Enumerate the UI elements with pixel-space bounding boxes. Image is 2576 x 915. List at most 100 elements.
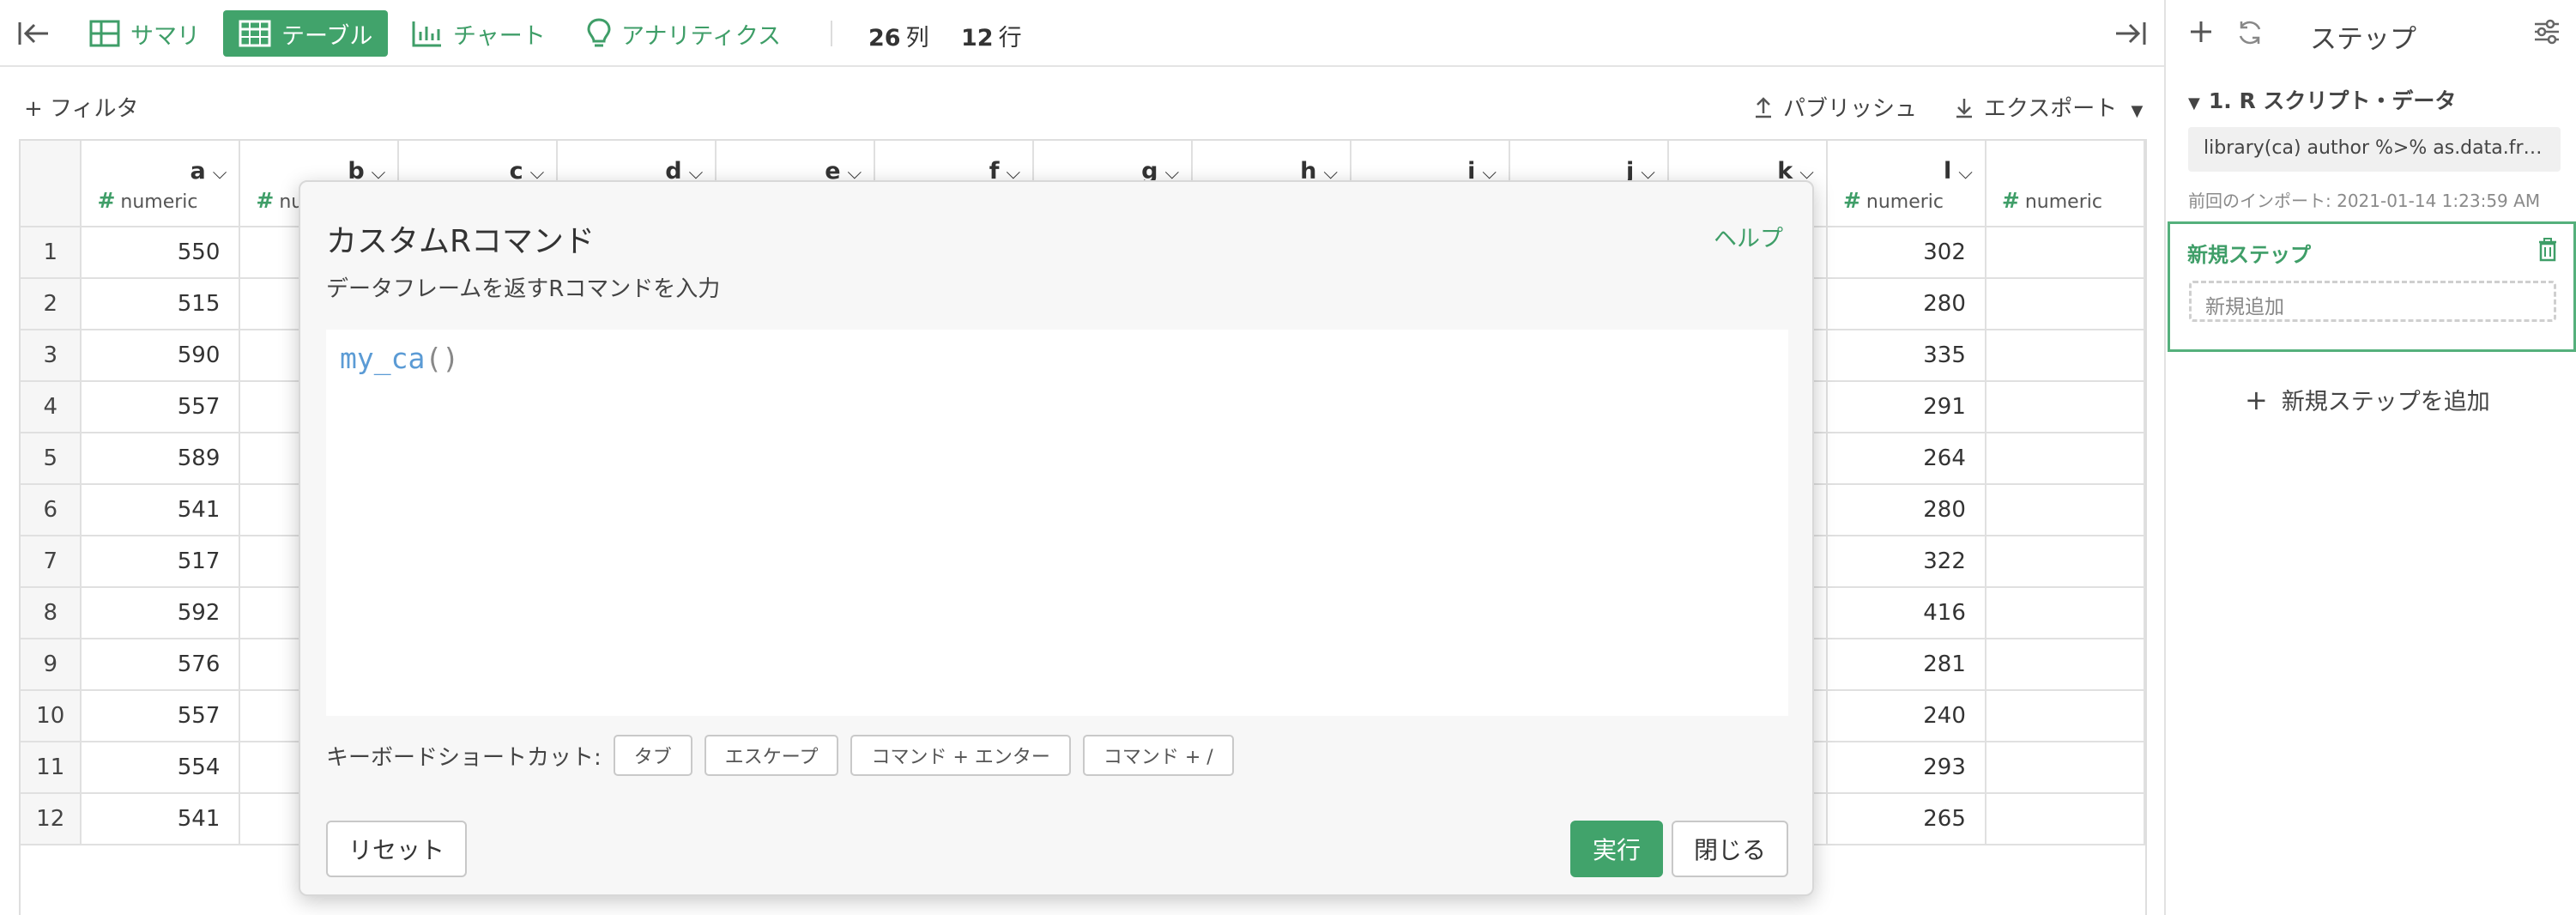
table-cell[interactable]: 293 — [1826, 742, 1986, 794]
column-header[interactable]: l ⌵ # numeric — [1826, 141, 1986, 227]
row-number-header — [21, 141, 82, 227]
column-header[interactable]: a ⌵ # numeric — [81, 141, 241, 227]
row-count-value: 12 — [961, 25, 994, 52]
table-cell[interactable]: 557 — [81, 690, 241, 742]
column-type: #numeric — [82, 188, 227, 213]
export-button[interactable]: エクスポート ▼ — [1955, 91, 2143, 123]
download-icon — [1956, 99, 1972, 118]
table-cell[interactable]: 265 — [1826, 793, 1986, 845]
tab-chart[interactable]: チャート — [396, 10, 561, 57]
summary-grid-icon — [89, 20, 120, 47]
publish-button[interactable]: パブリッシュ — [1754, 91, 1917, 123]
expand-right-icon[interactable] — [2113, 19, 2147, 48]
row-number: 7 — [21, 536, 82, 588]
table-cell[interactable]: 590 — [81, 330, 241, 382]
shortcut-escape: エスケープ — [704, 735, 839, 776]
column-name: l ⌵ — [1828, 141, 1973, 185]
column-name: d ⌵ — [558, 141, 703, 185]
column-name: g ⌵ — [1034, 141, 1179, 185]
run-button[interactable]: 実行 — [1570, 821, 1663, 877]
table-cell[interactable]: 416 — [1826, 587, 1986, 639]
add-filter-button[interactable]: + フィルタ — [24, 91, 139, 123]
table-cell[interactable]: 589 — [81, 433, 241, 485]
tab-analytics[interactable]: アナリティクス — [571, 10, 796, 57]
table-cell[interactable]: 291 — [1826, 381, 1986, 433]
shortcut-tab: タブ — [613, 735, 692, 776]
trash-icon[interactable] — [2537, 238, 2558, 265]
tab-chart-label: チャート — [453, 22, 546, 50]
column-count-value: 26 — [868, 25, 901, 52]
table-cell[interactable] — [1985, 433, 2145, 485]
table-cell[interactable] — [1985, 278, 2145, 330]
step-1-header[interactable]: ▼ 1. R スクリプト・データ — [2188, 84, 2456, 115]
table-cell[interactable]: 322 — [1826, 536, 1986, 588]
toolbar-divider — [831, 21, 832, 46]
table-cell[interactable]: 302 — [1826, 227, 1986, 279]
plus-icon: + — [2245, 384, 2268, 416]
step-1-code[interactable]: library(ca) author %>% as.data.fra… — [2188, 127, 2561, 172]
table-cell[interactable] — [1985, 484, 2145, 536]
last-import-timestamp: 前回のインポート: 2021-01-14 1:23:59 AM — [2188, 191, 2541, 211]
collapse-left-icon[interactable] — [17, 19, 51, 48]
new-step-input[interactable]: 新規追加 — [2189, 281, 2556, 322]
add-icon[interactable] — [2188, 19, 2214, 48]
column-count-unit: 列 — [905, 25, 929, 52]
reset-button[interactable]: リセット — [326, 821, 467, 877]
tab-summary-label: サマリ — [130, 22, 200, 50]
tab-summary[interactable]: サマリ — [74, 10, 215, 57]
column-name-text: l — [1943, 158, 1952, 185]
table-cell[interactable]: 576 — [81, 639, 241, 691]
table-cell[interactable]: 280 — [1826, 278, 1986, 330]
add-new-step-label: 新規ステップを追加 — [2281, 389, 2490, 415]
chevron-down-icon[interactable]: ⌵ — [1958, 162, 1973, 184]
r-code-editor[interactable]: my_ca() — [326, 330, 1788, 716]
row-number: 4 — [21, 381, 82, 433]
help-link[interactable]: ヘルプ — [1714, 220, 1783, 253]
table-cell[interactable]: 557 — [81, 381, 241, 433]
column-name: c ⌵ — [399, 141, 545, 185]
column-header[interactable]: # numeric — [1985, 141, 2145, 227]
row-number: 8 — [21, 587, 82, 639]
table-cell[interactable]: 592 — [81, 587, 241, 639]
refresh-icon[interactable] — [2236, 19, 2264, 50]
keyboard-shortcuts: キーボードショートカット: タブ エスケープ コマンド + エンター コマンド … — [326, 735, 1234, 776]
table-cell[interactable]: 541 — [81, 484, 241, 536]
table-cell[interactable]: 280 — [1826, 484, 1986, 536]
table-cell[interactable] — [1985, 793, 2145, 845]
shortcut-command-enter: コマンド + エンター — [850, 735, 1071, 776]
row-number: 1 — [21, 227, 82, 279]
table-cell[interactable]: 281 — [1826, 639, 1986, 691]
row-number: 10 — [21, 690, 82, 742]
table-cell[interactable]: 335 — [1826, 330, 1986, 382]
column-name: k ⌵ — [1669, 141, 1814, 185]
publish-label: パブリッシュ — [1783, 96, 1918, 122]
caret-down-icon: ▼ — [2188, 94, 2200, 112]
row-number: 11 — [21, 742, 82, 794]
table-cell[interactable]: 517 — [81, 536, 241, 588]
row-number: 3 — [21, 330, 82, 382]
steps-panel-header: ステップ — [2166, 0, 2576, 67]
column-type-text: numeric — [1865, 191, 1944, 213]
numeric-hash-icon: # — [97, 188, 116, 213]
row-number: 6 — [21, 484, 82, 536]
table-cell[interactable]: 240 — [1826, 690, 1986, 742]
table-cell[interactable] — [1985, 330, 2145, 382]
table-cell[interactable]: 554 — [81, 742, 241, 794]
settings-sliders-icon[interactable] — [2533, 19, 2561, 48]
add-new-step-button[interactable]: + 新規ステップを追加 — [2245, 383, 2490, 416]
table-cell[interactable] — [1985, 227, 2145, 279]
table-cell[interactable]: 264 — [1826, 433, 1986, 485]
table-cell[interactable]: 550 — [81, 227, 241, 279]
table-cell[interactable]: 541 — [81, 793, 241, 845]
column-name: f ⌵ — [875, 141, 1020, 185]
table-cell[interactable] — [1985, 742, 2145, 794]
table-cell[interactable] — [1985, 381, 2145, 433]
table-cell[interactable] — [1985, 639, 2145, 691]
chevron-down-icon[interactable]: ⌵ — [213, 162, 227, 184]
table-cell[interactable] — [1985, 587, 2145, 639]
table-cell[interactable]: 515 — [81, 278, 241, 330]
table-cell[interactable] — [1985, 690, 2145, 742]
close-button[interactable]: 閉じる — [1672, 821, 1788, 877]
tab-table[interactable]: テーブル — [223, 10, 389, 57]
table-cell[interactable] — [1985, 536, 2145, 588]
